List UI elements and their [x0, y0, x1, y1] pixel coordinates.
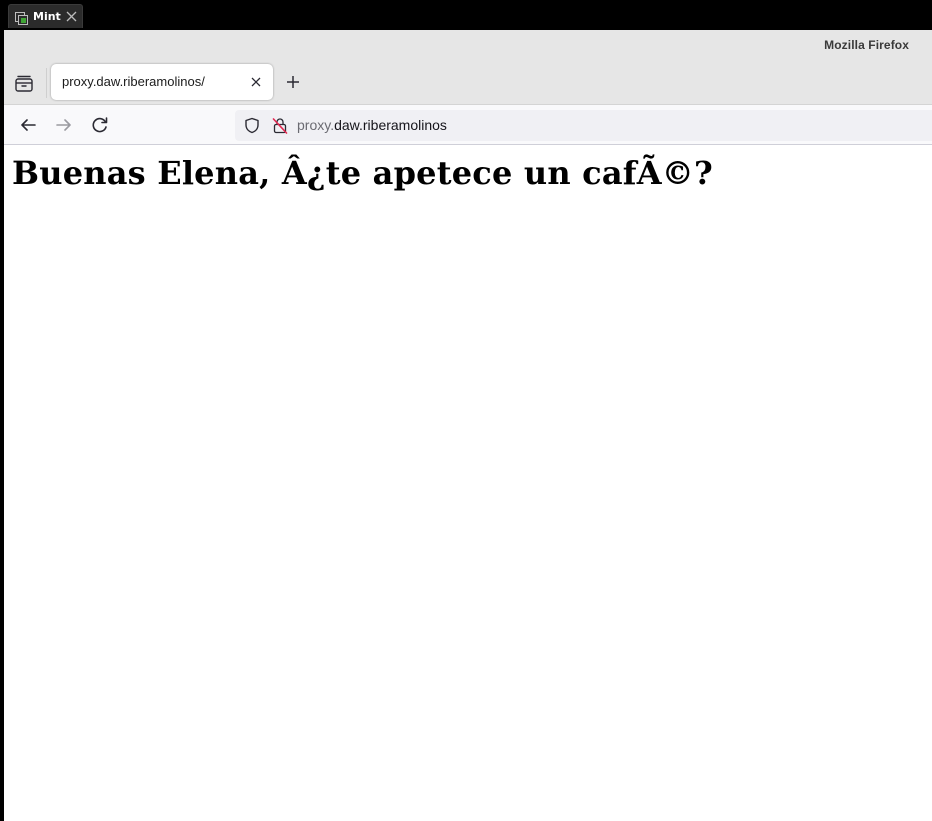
browser-window: Mozilla Firefox proxy.daw.riberamolinos/	[4, 30, 932, 821]
url-domain: daw.riberamolinos	[334, 117, 447, 133]
vm-tab-label: Mint	[33, 10, 61, 23]
tab-title: proxy.daw.riberamolinos/	[62, 74, 205, 89]
url-text[interactable]: proxy.daw.riberamolinos	[297, 117, 447, 133]
arrow-right-icon[interactable]	[53, 114, 75, 136]
insecure-lock-icon[interactable]	[272, 117, 288, 134]
window-title: Mozilla Firefox	[824, 38, 909, 52]
tab-strip: proxy.daw.riberamolinos/	[4, 60, 932, 104]
page-heading: Buenas Elena, Â¿te apetece un cafÃ©?	[12, 154, 713, 192]
vm-display-icon	[15, 10, 28, 25]
vm-host-bar: Mint	[0, 0, 932, 30]
vm-tab[interactable]: Mint	[8, 4, 83, 28]
new-tab-icon[interactable]	[283, 72, 303, 92]
tab-close-icon[interactable]	[247, 73, 265, 91]
nav-bar: proxy.daw.riberamolinos	[4, 104, 932, 145]
tab-separator	[46, 68, 47, 98]
page-content: Buenas Elena, Â¿te apetece un cafÃ©?	[4, 146, 932, 821]
url-bar[interactable]: proxy.daw.riberamolinos	[235, 110, 932, 141]
tab-active[interactable]: proxy.daw.riberamolinos/	[51, 64, 273, 100]
firefox-view-icon[interactable]	[12, 72, 36, 96]
shield-icon[interactable]	[244, 117, 260, 134]
reload-icon[interactable]	[89, 114, 111, 136]
close-icon[interactable]	[64, 8, 78, 24]
titlebar: Mozilla Firefox	[4, 30, 932, 60]
url-subdomain: proxy.	[297, 117, 335, 133]
arrow-left-icon[interactable]	[17, 114, 39, 136]
